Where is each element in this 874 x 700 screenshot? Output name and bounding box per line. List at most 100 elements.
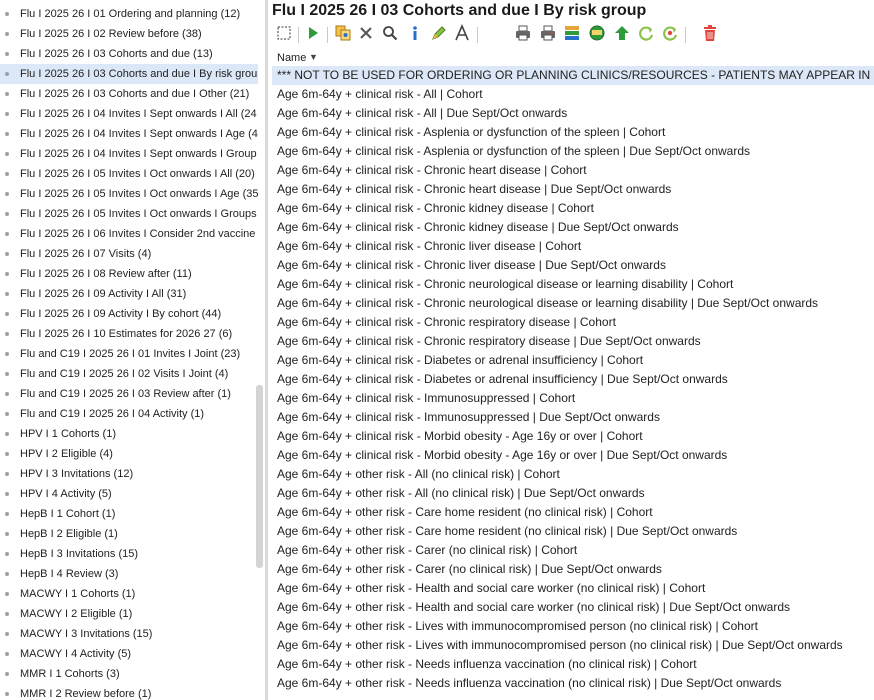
- tree-item[interactable]: Flu I 2025 26 I 04 Invites I Sept onward…: [0, 144, 258, 164]
- list-item[interactable]: Age 6m-64y + clinical risk - Chronic liv…: [272, 256, 874, 275]
- list-item[interactable]: Age 6m-64y + other risk - Needs influenz…: [272, 655, 874, 674]
- tree-item[interactable]: Flu I 2025 26 I 03 Cohorts and due I By …: [0, 64, 258, 84]
- tree-item[interactable]: HepB I 2 Eligible (1): [0, 524, 258, 544]
- font-button[interactable]: [452, 23, 472, 45]
- tree-item[interactable]: HPV I 4 Activity (5): [0, 484, 258, 504]
- tree-item[interactable]: Flu I 2025 26 I 04 Invites I Sept onward…: [0, 104, 258, 124]
- tree-item[interactable]: MACWY I 1 Cohorts (1): [0, 584, 258, 604]
- list-item[interactable]: Age 6m-64y + clinical risk - All | Due S…: [272, 104, 874, 123]
- tree-item[interactable]: MACWY I 4 Activity (5): [0, 644, 258, 664]
- column-name-header[interactable]: Name: [277, 52, 306, 64]
- list-item[interactable]: Age 6m-64y + clinical risk - Chronic hea…: [272, 161, 874, 180]
- refresh-button[interactable]: [636, 25, 656, 45]
- tree-item[interactable]: HPV I 1 Cohorts (1): [0, 424, 258, 444]
- search-button[interactable]: [380, 25, 400, 45]
- tree-item[interactable]: Flu I 2025 26 I 04 Invites I Sept onward…: [0, 124, 258, 144]
- list-item[interactable]: Age 6m-64y + clinical risk - All | Cohor…: [272, 85, 874, 104]
- tree-item[interactable]: MACWY I 2 Eligible (1): [0, 604, 258, 624]
- list-item[interactable]: Age 6m-64y + clinical risk - Diabetes or…: [272, 370, 874, 389]
- tree-item[interactable]: MMR I 2 Review before (1): [0, 684, 258, 700]
- tree-bullet-icon: [5, 672, 9, 676]
- tree-item[interactable]: Flu I 2025 26 I 03 Cohorts and due (13): [0, 44, 258, 64]
- list-item[interactable]: Age 6m-64y + clinical risk - Chronic kid…: [272, 218, 874, 237]
- list-item[interactable]: Age 6m-64y + other risk - All (no clinic…: [272, 465, 874, 484]
- toolbar-divider: [685, 27, 686, 43]
- list-item[interactable]: Age 6m-64y + clinical risk - Chronic res…: [272, 313, 874, 332]
- tree-bullet-icon: [5, 152, 9, 156]
- list-item[interactable]: *** NOT TO BE USED FOR ORDERING OR PLANN…: [272, 66, 874, 85]
- tree-item-label: Flu I 2025 26 I 03 Cohorts and due I Oth…: [20, 88, 250, 100]
- list-item[interactable]: Age 6m-64y + clinical risk - Chronic hea…: [272, 180, 874, 199]
- list-item[interactable]: Age 6m-64y + other risk - Care home resi…: [272, 522, 874, 541]
- list-item[interactable]: Age 6m-64y + clinical risk - Chronic liv…: [272, 237, 874, 256]
- list-item[interactable]: Age 6m-64y + other risk - Care home resi…: [272, 503, 874, 522]
- tree-bullet-icon: [5, 112, 9, 116]
- tree-item[interactable]: Flu I 2025 26 I 02 Review before (38): [0, 24, 258, 44]
- tree-item[interactable]: Flu I 2025 26 I 05 Invites I Oct onwards…: [0, 204, 258, 224]
- list-item[interactable]: Age 6m-64y + other risk - Carer (no clin…: [272, 541, 874, 560]
- list-item[interactable]: Age 6m-64y + clinical risk - Chronic neu…: [272, 275, 874, 294]
- move-up-button[interactable]: [612, 25, 632, 45]
- list-item[interactable]: Age 6m-64y + clinical risk - Morbid obes…: [272, 427, 874, 446]
- trash-button[interactable]: [700, 24, 720, 45]
- tree-item-label: Flu I 2025 26 I 04 Invites I Sept onward…: [20, 108, 257, 120]
- list-item[interactable]: Age 6m-64y + other risk - Lives with imm…: [272, 617, 874, 636]
- list-item[interactable]: Age 6m-64y + other risk - Needs influenz…: [272, 674, 874, 693]
- print-button[interactable]: [513, 25, 533, 45]
- print-preview-button[interactable]: [538, 25, 558, 45]
- tree-item[interactable]: MACWY I 3 Invitations (15): [0, 624, 258, 644]
- tree-item[interactable]: Flu I 2025 26 I 05 Invites I Oct onwards…: [0, 184, 258, 204]
- tree-item[interactable]: Flu I 2025 26 I 03 Cohorts and due I Oth…: [0, 84, 258, 104]
- tree-item[interactable]: Flu I 2025 26 I 08 Review after (11): [0, 264, 258, 284]
- tree-item-label: MACWY I 4 Activity (5): [20, 648, 132, 660]
- tree-bullet-icon: [5, 52, 9, 56]
- list-item[interactable]: Age 6m-64y + clinical risk - Immunosuppr…: [272, 389, 874, 408]
- tree-bullet-icon: [5, 652, 9, 656]
- list-item[interactable]: Age 6m-64y + other risk - All (no clinic…: [272, 484, 874, 503]
- tree-scrollbar[interactable]: [256, 385, 263, 568]
- tree-bullet-icon: [5, 132, 9, 136]
- list-item[interactable]: Age 6m-64y + clinical risk - Chronic kid…: [272, 199, 874, 218]
- list-item[interactable]: Age 6m-64y + clinical risk - Asplenia or…: [272, 123, 874, 142]
- copy-button[interactable]: [333, 25, 353, 45]
- edit-button[interactable]: [429, 25, 449, 45]
- list-item[interactable]: Age 6m-64y + clinical risk - Chronic res…: [272, 332, 874, 351]
- select-all-button[interactable]: [274, 25, 294, 45]
- list-item[interactable]: Age 6m-64y + clinical risk - Chronic neu…: [272, 294, 874, 313]
- tree-item[interactable]: Flu and C19 I 2025 26 I 04 Activity (1): [0, 404, 258, 424]
- tree-item[interactable]: Flu I 2025 26 I 05 Invites I Oct onwards…: [0, 164, 258, 184]
- tree-item[interactable]: Flu and C19 I 2025 26 I 01 Invites I Joi…: [0, 344, 258, 364]
- tree-item[interactable]: HPV I 2 Eligible (4): [0, 444, 258, 464]
- tree-item[interactable]: Flu I 2025 26 I 07 Visits (4): [0, 244, 258, 264]
- list-item[interactable]: Age 6m-64y + other risk - Carer (no clin…: [272, 560, 874, 579]
- list-item[interactable]: Age 6m-64y + other risk - Health and soc…: [272, 579, 874, 598]
- list-item[interactable]: Age 6m-64y + clinical risk - Diabetes or…: [272, 351, 874, 370]
- tree-item[interactable]: Flu and C19 I 2025 26 I 03 Review after …: [0, 384, 258, 404]
- tree-item[interactable]: HPV I 3 Invitations (12): [0, 464, 258, 484]
- tree-item[interactable]: HepB I 3 Invitations (15): [0, 544, 258, 564]
- tree-item[interactable]: Flu I 2025 26 I 10 Estimates for 2026 27…: [0, 324, 258, 344]
- list-item[interactable]: Age 6m-64y + other risk - Lives with imm…: [272, 636, 874, 655]
- tree-item[interactable]: Flu I 2025 26 I 09 Activity I By cohort …: [0, 304, 258, 324]
- move-up-icon: [613, 24, 631, 47]
- run-button[interactable]: [303, 25, 323, 45]
- list-item[interactable]: Age 6m-64y + clinical risk - Morbid obes…: [272, 446, 874, 465]
- schedule-button[interactable]: [587, 25, 607, 45]
- tree-item-label: HepB I 3 Invitations (15): [20, 548, 139, 560]
- tree-item[interactable]: HepB I 4 Review (3): [0, 564, 258, 584]
- tree-item[interactable]: MMR I 1 Cohorts (3): [0, 664, 258, 684]
- report-button[interactable]: [562, 25, 582, 45]
- list-item[interactable]: Age 6m-64y + clinical risk - Asplenia or…: [272, 142, 874, 161]
- list-item[interactable]: Age 6m-64y + clinical risk - Immunosuppr…: [272, 408, 874, 427]
- delete-button[interactable]: [356, 25, 376, 45]
- tree-item[interactable]: HepB I 1 Cohort (1): [0, 504, 258, 524]
- tree-item[interactable]: Flu I 2025 26 I 01 Ordering and planning…: [0, 4, 258, 24]
- sort-chevron-icon[interactable]: ▼: [309, 52, 318, 62]
- tree-item[interactable]: Flu and C19 I 2025 26 I 02 Visits I Join…: [0, 364, 258, 384]
- tree-item-label: Flu I 2025 26 I 09 Activity I All (31): [20, 288, 187, 300]
- tree-item[interactable]: Flu I 2025 26 I 09 Activity I All (31): [0, 284, 258, 304]
- tree-item[interactable]: Flu I 2025 26 I 06 Invites I Consider 2n…: [0, 224, 258, 244]
- sync-button[interactable]: [660, 25, 680, 45]
- info-button[interactable]: [405, 25, 425, 45]
- list-item[interactable]: Age 6m-64y + other risk - Health and soc…: [272, 598, 874, 617]
